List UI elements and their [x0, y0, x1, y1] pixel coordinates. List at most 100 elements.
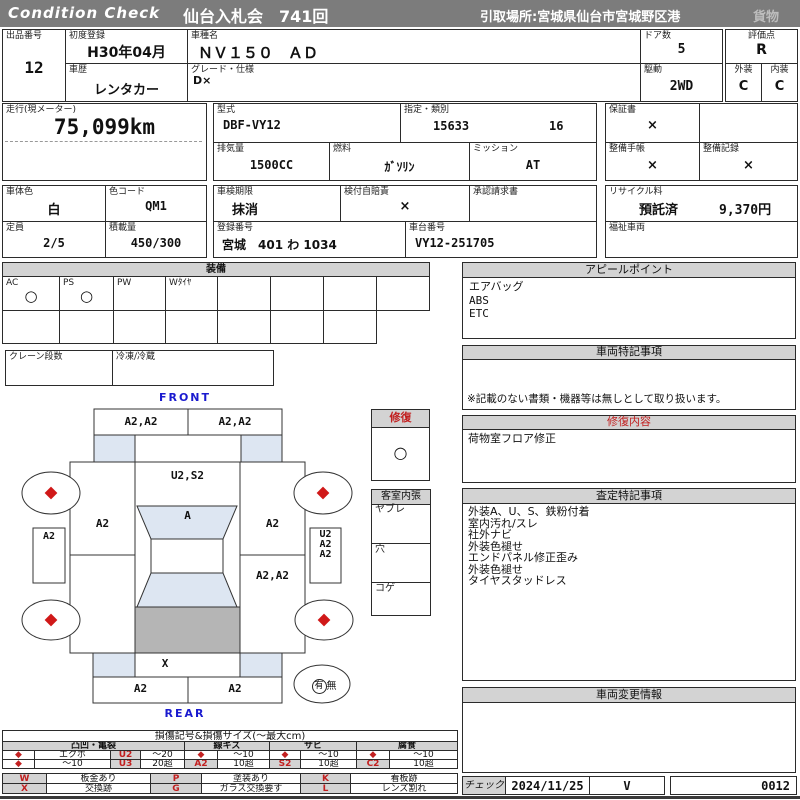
maintenance-record-value: ×	[743, 158, 754, 173]
trim-item-burn: コゲ	[372, 582, 430, 616]
maintenance-record-cell: 整備記録 ×	[699, 142, 798, 181]
model-name-value: ＮＶ１５０ ＡＤ	[198, 44, 319, 62]
model-code-cell: 型式 DBF-VY12	[213, 103, 401, 143]
drive-label: 駆動	[644, 65, 663, 75]
equipment-cell-empty	[217, 310, 271, 344]
reefer-label: 冷凍/冷蔵	[116, 352, 156, 362]
trim-item-burn-label: コゲ	[375, 583, 395, 594]
front-bumper-right-damage: A2,A2	[218, 415, 252, 428]
load-capacity-cell: 積載量 450/300	[105, 221, 207, 258]
rear-window-glass	[136, 572, 238, 608]
brand-logo: Condition Check	[8, 4, 161, 22]
model-code-value: DBF-VY12	[223, 118, 281, 132]
check-inspector-value: V	[623, 779, 631, 793]
recycle-fee-cell: リサイクル料 預託済 9,370円	[605, 185, 798, 222]
lot-number-value: 12	[24, 58, 44, 77]
class-cell: 指定・類別 15633 16	[400, 103, 597, 143]
spare-no-text: 無	[326, 681, 337, 692]
appeal-points-panel: アピールポイント エアバッグ ABS ETC	[462, 262, 796, 339]
trim-item-tear: ヤブレ	[372, 504, 430, 543]
mileage-value: 75,099km	[53, 115, 156, 139]
appeal-item: エアバッグ	[469, 280, 524, 293]
assessment-notes-title: 査定特記事項	[463, 489, 795, 504]
equipment-cell-empty	[376, 276, 430, 311]
vehicle-notes-panel: 車両特記事項 ※記載のない書類・機器等は無しとして取り扱います。	[462, 345, 796, 410]
vehicle-notes-text: ※記載のない書類・機器等は無しとして取り扱います。	[467, 392, 727, 405]
equipment-cell-empty	[2, 310, 60, 344]
legend-cell-text: 10超	[217, 759, 270, 769]
appeal-item: ABS	[469, 293, 489, 307]
serial-number-box: 0012	[670, 776, 797, 795]
legend-cell-text: 20超	[140, 759, 185, 769]
appeal-item: ETC	[469, 307, 489, 320]
trim-item-hole: 穴	[372, 543, 430, 582]
right-fender-damage: A2	[265, 517, 280, 530]
history-value: レンタカー	[93, 83, 159, 98]
repair-details-text: 荷物室フロア修正	[468, 432, 556, 445]
rear-bumper-right-damage: A2	[228, 682, 242, 695]
equipment-cell-empty	[270, 310, 324, 344]
displacement-label: 排気量	[217, 144, 245, 154]
exterior-grade-label: 外装	[734, 65, 753, 75]
body-color-value: 白	[47, 203, 61, 218]
model-name-label: 車種名	[191, 31, 219, 41]
color-code-value: QM1	[145, 199, 167, 213]
legend-cell-text: ～10	[34, 759, 111, 769]
equipment-ps-mark: ○	[79, 287, 94, 305]
rear-label: REAR	[164, 707, 206, 720]
model-name-cell: 車種名 ＮＶ１５０ ＡＤ	[187, 29, 641, 64]
model-code-label: 型式	[217, 105, 236, 115]
registration-number-value: 宮城 401 わ 1034	[222, 238, 337, 252]
inspection-expiry-cell: 車検期限 抹消	[213, 185, 341, 222]
trim-item-hole-label: 穴	[375, 544, 385, 555]
equipment-cell-empty	[323, 310, 377, 344]
equipment-cell-empty	[113, 310, 166, 344]
transmission-value: AT	[525, 158, 541, 172]
check-label-cell: チェック	[462, 776, 506, 795]
right-door-damage: A2,A2	[255, 569, 290, 582]
right-side-damage-3: A2	[319, 549, 332, 560]
check-inspector-cell: V	[589, 776, 665, 795]
check-date-value: 2024/11/25	[511, 779, 584, 793]
transmission-cell: ミッション AT	[469, 142, 597, 181]
repair-flag-mark: ○	[393, 443, 408, 462]
header-bar: Condition Check 仙台入札会 741回 引取場所:宮城県仙台市宮城…	[0, 0, 800, 27]
interior-grade-cell: 内装 C	[761, 63, 798, 102]
transmission-label: ミッション	[473, 144, 519, 154]
crane-cell: クレーン段数	[5, 350, 113, 386]
capacity-label: 定員	[6, 223, 25, 233]
interior-grade-label: 内装	[770, 65, 789, 75]
capacity-cell: 定員 2/5	[2, 221, 106, 258]
legend-code-x: X	[2, 783, 47, 794]
repair-flag-title: 修復	[372, 410, 429, 428]
vehicle-change-title: 車両変更情報	[463, 688, 795, 703]
doors-cell: ドア数 5	[640, 29, 723, 64]
legend-desc-x: 交換跡	[46, 783, 151, 794]
exterior-grade-value: C	[738, 79, 749, 94]
appeal-points-title: アピールポイント	[463, 263, 795, 278]
lot-number-cell: 出品番号 12	[2, 29, 66, 102]
recycle-fee-value: 9,370円	[719, 203, 772, 218]
class-label: 指定・類別	[404, 105, 450, 115]
chassis-number-label: 車台番号	[409, 223, 446, 233]
legend-code: S2	[269, 759, 301, 769]
pickup-location: 引取場所:宮城県仙台市宮城野区港	[480, 10, 681, 25]
welfare-vehicle-cell: 福祉車両	[605, 221, 798, 258]
welfare-vehicle-label: 福祉車両	[609, 223, 646, 233]
grade-value: D×	[193, 74, 212, 87]
fuel-value: ｶﾞｿﾘﾝ	[384, 160, 415, 174]
interior-trim-title: 客室内張	[372, 490, 430, 505]
repair-flag-box: 修復 ○	[371, 409, 430, 481]
first-registration-label: 初度登録	[69, 31, 106, 41]
spare-yes-circled: 有	[311, 678, 327, 694]
assessment-item: エンドパネル修正歪み	[468, 551, 578, 564]
equipment-cell-empty	[59, 310, 114, 344]
equipment-wtire-label: Wﾀｲﾔ	[169, 278, 192, 288]
equipment-header: 装備	[2, 262, 430, 277]
equipment-cell-empty	[270, 276, 324, 311]
reefer-cell: 冷凍/冷蔵	[112, 350, 274, 386]
displacement-cell: 排気量 1500CC	[213, 142, 330, 181]
hood-damage: U2,S2	[170, 469, 205, 482]
legend-code: C2	[356, 759, 390, 769]
doors-value: 5	[677, 42, 686, 57]
